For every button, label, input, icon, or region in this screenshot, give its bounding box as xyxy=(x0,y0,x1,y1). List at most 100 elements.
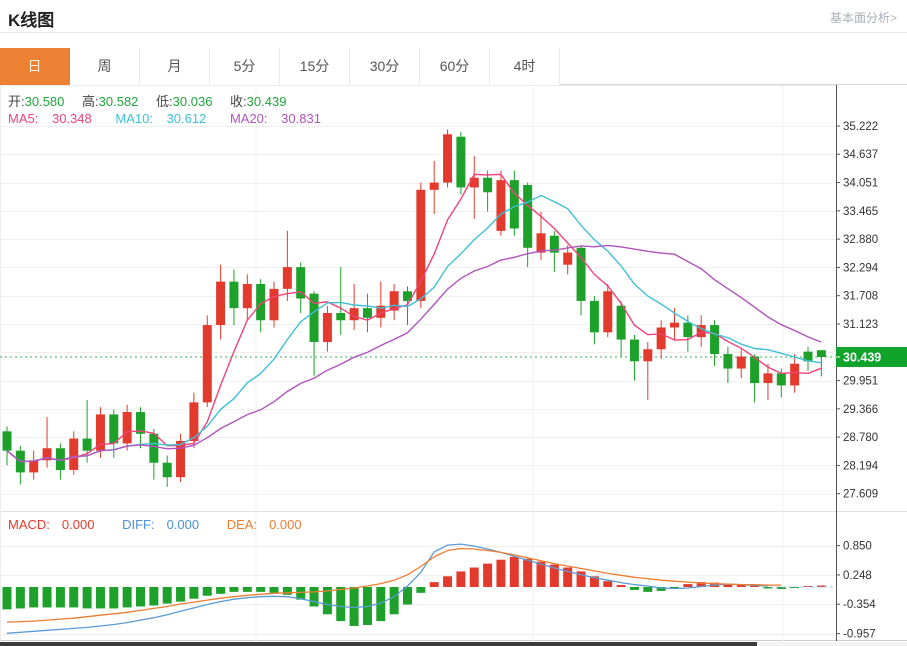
macd-bar xyxy=(242,587,252,592)
y-axis-tick-label: 31.123 xyxy=(843,319,878,331)
y-axis-tick-label: 31.708 xyxy=(843,291,878,303)
y-axis-tick-label: 0.248 xyxy=(843,570,872,582)
macd-bar xyxy=(162,587,172,604)
current-price-badge-label: 30.439 xyxy=(843,351,881,365)
candle-body xyxy=(496,180,506,231)
macd-bar xyxy=(189,587,199,599)
tab-60min[interactable]: 60分 xyxy=(420,48,490,85)
fundamental-analysis-link[interactable]: 基本面分析> xyxy=(830,9,897,26)
period-tabbar: 日 周 月 5分 15分 30分 60分 4时 xyxy=(0,48,907,85)
macd-bar xyxy=(483,563,493,587)
macd-bar xyxy=(15,587,25,609)
candle-body xyxy=(576,247,586,301)
macd-bar xyxy=(282,587,292,595)
candle-body xyxy=(216,281,226,326)
candle-body xyxy=(509,180,519,229)
candle-body xyxy=(82,438,92,451)
candle-body xyxy=(790,363,800,386)
tab-4hour[interactable]: 4时 xyxy=(490,48,560,85)
macd-bar xyxy=(42,587,52,608)
y-axis-tick-label: 29.366 xyxy=(843,404,878,416)
macd-bar xyxy=(229,587,239,592)
candle-body xyxy=(563,252,573,265)
candle-body xyxy=(149,433,159,463)
macd-bar xyxy=(136,587,145,607)
macd-bar xyxy=(29,587,39,608)
candle-body xyxy=(603,291,613,333)
y-axis-tick-label: 0.850 xyxy=(843,541,872,553)
candle-body xyxy=(710,325,720,355)
macd-bar xyxy=(55,587,65,608)
candle-body xyxy=(536,233,546,253)
candle-body xyxy=(322,312,332,342)
candle-body xyxy=(616,305,626,340)
macd-bar xyxy=(176,587,186,602)
macd-bar xyxy=(616,585,626,587)
macd-bar xyxy=(216,587,226,594)
candle-body xyxy=(229,281,239,309)
candle-body xyxy=(656,327,666,350)
candle-body xyxy=(816,350,826,357)
horizontal-scrollbar-thumb[interactable] xyxy=(0,642,757,646)
macd-bar xyxy=(109,587,119,609)
candle-body xyxy=(723,354,733,369)
tab-5min[interactable]: 5分 xyxy=(210,48,280,85)
tab-15min[interactable]: 15分 xyxy=(280,48,350,85)
tab-week[interactable]: 周 xyxy=(70,48,140,85)
macd-bar xyxy=(2,587,12,610)
macd-bar xyxy=(95,587,105,609)
y-axis-tick-label: 28.194 xyxy=(843,460,879,472)
y-axis-tick-label: 28.780 xyxy=(843,432,878,444)
candle-body xyxy=(589,300,599,333)
macd-bar xyxy=(496,559,506,587)
candle-body xyxy=(202,325,212,403)
page-title: K线图 xyxy=(8,11,55,30)
macd-bar xyxy=(523,558,533,587)
macd-bar xyxy=(469,567,479,587)
y-axis-tick-label: -0.957 xyxy=(843,629,876,641)
candle-body xyxy=(109,414,119,444)
candle-body xyxy=(736,356,746,369)
macd-bar xyxy=(349,587,359,626)
candle-body xyxy=(670,322,679,328)
macd-bar xyxy=(403,587,412,605)
macd-bar xyxy=(336,587,346,622)
candle-body xyxy=(456,136,466,188)
candle-body xyxy=(282,267,292,289)
horizontal-scrollbar-track[interactable] xyxy=(0,642,907,646)
tab-30min[interactable]: 30分 xyxy=(350,48,420,85)
candle-body xyxy=(269,288,279,321)
macd-bar xyxy=(82,587,92,609)
y-axis-tick-label: 34.637 xyxy=(843,149,878,161)
y-axis-tick-label: 27.609 xyxy=(843,489,878,501)
macd-chart-canvas[interactable]: 0.850 0.248 -0.354 -0.957 xyxy=(0,511,907,641)
candle-body xyxy=(776,373,786,386)
candle-body xyxy=(523,185,533,248)
macd-bar xyxy=(643,587,653,592)
macd-bar xyxy=(456,571,466,587)
macd-bar xyxy=(603,581,613,587)
y-axis-tick-label: -0.354 xyxy=(843,599,876,611)
macd-bar xyxy=(122,587,132,608)
macd-bar xyxy=(69,587,79,608)
candle-body xyxy=(336,312,346,321)
macd-bar xyxy=(389,587,399,615)
candle-body xyxy=(162,462,172,478)
tab-day[interactable]: 日 xyxy=(0,48,70,85)
macd-bar xyxy=(202,587,212,596)
tab-month[interactable]: 月 xyxy=(140,48,210,85)
candle-body xyxy=(429,182,439,190)
candle-body xyxy=(69,438,79,470)
y-axis-tick-label: 33.465 xyxy=(843,206,878,218)
macd-bar xyxy=(309,587,319,607)
main-chart-canvas[interactable]: 35.222 34.637 34.051 33.465 32.880 32.294 31.7… xyxy=(0,85,907,511)
candle-body xyxy=(122,412,132,444)
macd-bar xyxy=(683,584,693,587)
y-axis-tick-label: 29.951 xyxy=(843,376,878,388)
y-axis-tick-label: 34.051 xyxy=(843,178,878,190)
y-axis-tick-label: 35.222 xyxy=(843,121,878,133)
candle-body xyxy=(416,189,426,301)
candle-body xyxy=(242,284,252,309)
y-axis-tick-label: 32.294 xyxy=(843,262,879,274)
macd-bar xyxy=(629,587,639,590)
